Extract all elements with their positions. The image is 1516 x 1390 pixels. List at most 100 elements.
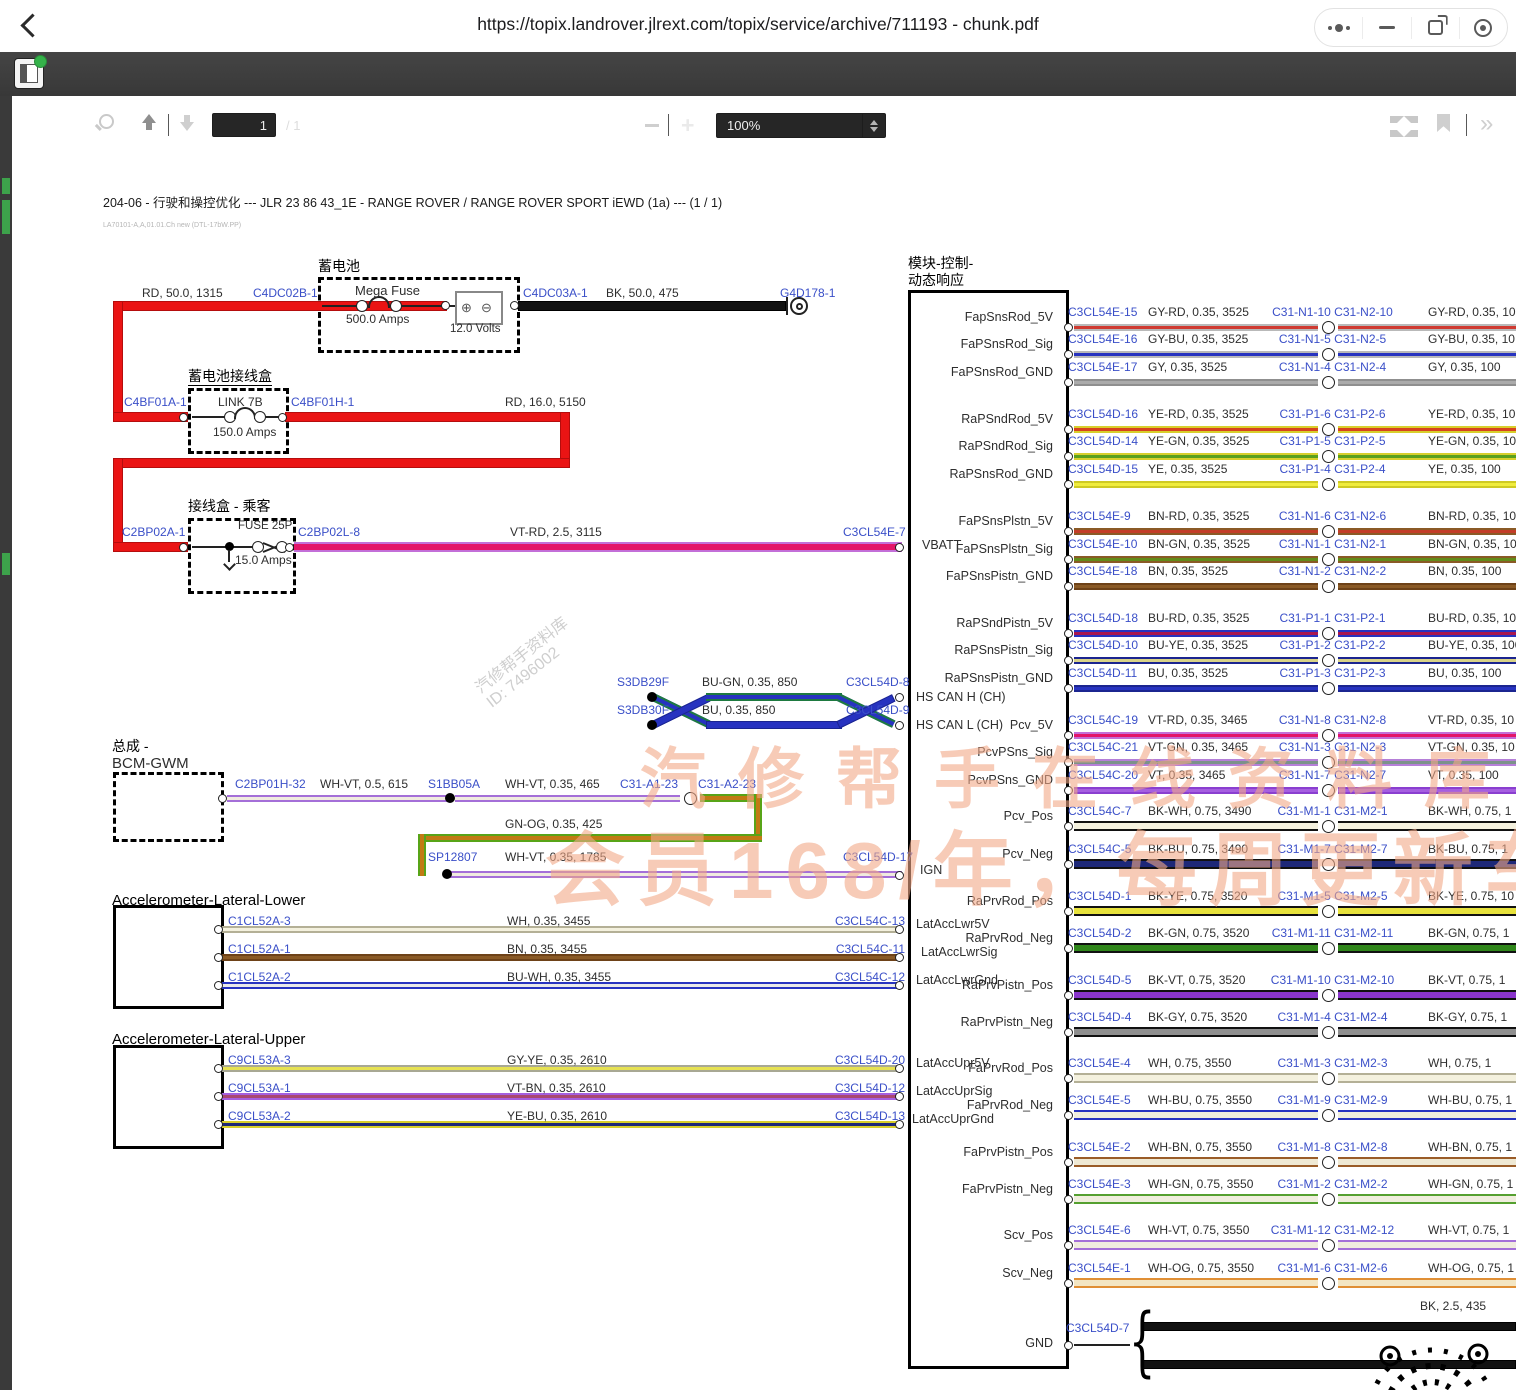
terminal: [214, 1120, 223, 1129]
wire-spec: BN, 0.35, 3455: [507, 943, 587, 957]
wire-segment: [1074, 990, 1318, 1000]
pin-label: FaPSnsPistn_GND: [908, 569, 1053, 583]
page-up-button[interactable]: [142, 114, 156, 123]
inline-connector: [1322, 1072, 1335, 1085]
connector-label: C3CL54E-3: [1068, 1178, 1131, 1192]
wire-bk-475: [518, 301, 786, 311]
bjb-label: 蓄电池接线盒: [188, 368, 272, 386]
zoom-out-button[interactable]: [645, 124, 659, 127]
zoom-level: 100%: [727, 118, 760, 133]
accel-upper-box: [113, 1045, 224, 1149]
accel-lower-box: [113, 905, 224, 1009]
wire-segment: [1074, 859, 1318, 869]
connector-label: C3CL54E-18: [1068, 565, 1137, 579]
terminal: [895, 721, 904, 730]
wire-segment: [1074, 453, 1318, 460]
pin-label: LatAccLwrGnd: [916, 973, 998, 987]
wire-spec: WH-VT, 0.35, 1785: [505, 851, 606, 865]
connector-label: C31-M1-11 C31-M2-11: [1250, 927, 1415, 941]
wire-spec: VT, 0.35, 3465: [1148, 769, 1225, 783]
wire-spec: VT-BN, 0.35, 2610: [507, 1082, 606, 1096]
wire-segment: [1338, 859, 1516, 869]
terminal: [1064, 822, 1073, 831]
wire-segment: [1074, 426, 1318, 433]
terminal: [1064, 907, 1073, 916]
pin-label: RaPSndRod_5V: [908, 412, 1053, 426]
page-number-input[interactable]: 1: [212, 113, 276, 137]
wire-segment: [1074, 324, 1318, 331]
battery-volts: 12.0 Volts: [450, 323, 501, 336]
pin-label: LatAccUprGnd: [912, 1112, 994, 1126]
connector-label: C31-M1-12 C31-M2-12: [1250, 1224, 1415, 1238]
terminal: [1064, 1028, 1073, 1037]
connector-label: C3CL54D-16: [1068, 408, 1138, 422]
wire-spec: WH-BU, 0.75, 1: [1428, 1094, 1512, 1108]
more-tools-button[interactable]: »: [1480, 110, 1491, 138]
pin-label: LatAccUpr5V: [916, 1056, 990, 1070]
pin-label: RaPSnsRod_GND: [908, 467, 1053, 481]
pin-label: RaPrvRod_Neg: [908, 931, 1053, 945]
inline-connector: [684, 792, 697, 805]
wire-spec: GN-OG, 0.35, 425: [505, 818, 602, 832]
wire-segment: [1338, 1240, 1516, 1250]
connector-label: C31-N1-4 C31-N2-4: [1250, 361, 1415, 375]
wire-spec: VT-GN, 0.35, 3465: [1148, 741, 1248, 755]
connector-label: C3CL54E-9: [1068, 510, 1131, 524]
splice-label: SP12807: [428, 851, 477, 865]
zoom-select[interactable]: 100%: [716, 113, 886, 138]
connector-label: C9CL53A-2: [228, 1110, 291, 1124]
terminal: [1064, 629, 1073, 638]
minimize-button[interactable]: [1362, 17, 1410, 39]
wiring-diagram: 汽修帮手资料库ID: 7496002 204-06 - 行驶和操控优化 --- …: [0, 0, 1516, 1390]
terminal: [1064, 860, 1073, 869]
wire-segment: [1074, 657, 1318, 664]
more-button[interactable]: [1315, 17, 1362, 39]
zoom-in-button[interactable]: +: [681, 112, 694, 139]
pin-label: FaPrvPistn_Pos: [908, 1145, 1053, 1159]
wire-segment: [1338, 583, 1516, 590]
wire-spec: BK-GY, 0.75, 1: [1428, 1011, 1507, 1025]
terminal: [895, 871, 904, 880]
connector-label: C1CL52A-3: [228, 915, 291, 929]
search-icon[interactable]: [99, 114, 114, 129]
terminal: [278, 413, 287, 422]
terminal: [214, 953, 223, 962]
wire-spec: BU-RD, 0.35, 3525: [1148, 612, 1249, 626]
wire-segment: [1074, 759, 1318, 766]
page-down-button[interactable]: [180, 122, 194, 131]
wire-segment: [1074, 1194, 1318, 1204]
connector-label: C3CL54D-12: [830, 1082, 905, 1096]
wire-segment: [1338, 528, 1516, 535]
pin-label: PcvPSns_GND: [908, 773, 1053, 787]
pin-label: Scv_Pos: [908, 1228, 1053, 1242]
connector-label: C3CL54E-5: [1068, 1094, 1131, 1108]
pin-label: Pcv_Pos: [908, 809, 1053, 823]
notification-dot: [34, 55, 47, 68]
connector-label: C3CL54D-14: [1068, 435, 1138, 449]
wire-spec: BN, 0.35, 3525: [1148, 565, 1228, 579]
thumbnail-strip[interactable]: [0, 96, 12, 1390]
inline-connector: [1322, 376, 1335, 389]
connector-label: C9CL53A-3: [228, 1054, 291, 1068]
wire-spec: VT-GN, 0.35, 10: [1428, 741, 1515, 755]
connector-label: C3CL54D-10: [1068, 639, 1138, 653]
connector-label: C9CL53A-1: [228, 1082, 291, 1096]
pin-label: FaPSnsRod_GND: [908, 365, 1053, 379]
wire-spec: VT-RD, 0.35, 10: [1428, 714, 1514, 728]
wire-segment: [1338, 1278, 1516, 1288]
target-button[interactable]: [1459, 17, 1507, 39]
wire-spec: WH-BN, 0.75, 3550: [1148, 1141, 1252, 1155]
connector-label: C3CL54C-12: [830, 971, 905, 985]
strip-mark: [2, 553, 10, 575]
sidebar-toggle-button[interactable]: [14, 58, 44, 89]
connector-label: C31-M1-10 C31-M2-10: [1250, 974, 1415, 988]
connector-label: C3CL54C-13: [830, 915, 905, 929]
connector-label: C2BP02A-1: [122, 526, 185, 540]
wire-spec: RD, 50.0, 1315: [142, 287, 223, 301]
terminal: [179, 543, 188, 552]
doc-title: 204-06 - 行驶和操控优化 --- JLR 23 86 43_1E - R…: [103, 196, 722, 210]
restore-button[interactable]: [1411, 17, 1459, 39]
wire-whvt-615: [227, 795, 452, 802]
wire-spec: WH-OG, 0.75, 3550: [1148, 1262, 1254, 1276]
zoom-stepper[interactable]: [862, 114, 885, 137]
